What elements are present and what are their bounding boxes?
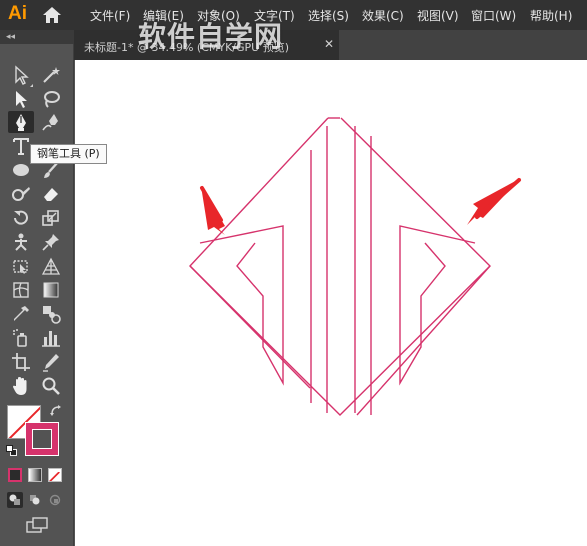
menu-edit[interactable]: 编辑(E) <box>143 7 184 24</box>
mesh-tool-icon[interactable] <box>10 279 32 301</box>
type-tool-icon[interactable] <box>10 135 32 157</box>
home-icon[interactable] <box>42 6 62 24</box>
zoom-tool-icon[interactable] <box>40 375 62 397</box>
curvature-tool-icon[interactable] <box>40 111 62 133</box>
menu-bar: Ai 文件(F) 编辑(E) 对象(O) 文字(T) 选择(S) 效果(C) 视… <box>0 0 587 30</box>
blend-tool-icon[interactable] <box>40 303 62 325</box>
menu-type[interactable]: 文字(T) <box>254 7 295 24</box>
artboard-canvas[interactable] <box>75 60 587 546</box>
default-colors-icon[interactable] <box>6 445 18 457</box>
gradient-tool-icon[interactable] <box>40 279 62 301</box>
right-inner-path <box>399 225 476 386</box>
color-mode-icon[interactable] <box>8 468 22 482</box>
menu-file[interactable]: 文件(F) <box>90 7 130 24</box>
draw-inside-icon[interactable] <box>47 492 63 508</box>
lasso-icon[interactable] <box>40 88 62 110</box>
menu-view[interactable]: 视图(V) <box>417 7 459 24</box>
menu-help[interactable]: 帮助(H) <box>530 7 572 24</box>
none-mode-icon[interactable] <box>48 468 62 482</box>
scale-tool-icon[interactable] <box>40 207 62 229</box>
close-icon[interactable]: ✕ <box>324 37 334 51</box>
shaper-tool-icon[interactable] <box>10 183 32 205</box>
document-tab[interactable]: 未标题-1* @ 34.49% (CMYK/GPU 预览) ✕ <box>74 30 339 60</box>
puppet-warp-icon[interactable] <box>10 231 32 253</box>
selection-tool-icon[interactable] <box>10 64 32 86</box>
draw-normal-icon[interactable] <box>7 492 23 508</box>
pen-tool-icon[interactable] <box>8 111 34 133</box>
pin-icon[interactable] <box>40 231 62 253</box>
tools-panel <box>0 44 74 546</box>
menu-effect[interactable]: 效果(C) <box>362 7 404 24</box>
right-wing-path <box>340 117 491 416</box>
diamond-bottom-path <box>189 265 491 416</box>
free-transform-icon[interactable] <box>10 255 32 277</box>
hand-tool-icon[interactable] <box>10 375 32 397</box>
eyedropper-icon[interactable] <box>10 303 32 325</box>
artwork <box>189 117 521 416</box>
screen-mode-icon[interactable] <box>25 516 49 534</box>
slice-tool-icon[interactable] <box>40 351 62 373</box>
flyout-marker <box>30 84 33 87</box>
direct-selection-icon[interactable] <box>10 88 32 110</box>
menu-window[interactable]: 窗口(W) <box>471 7 516 24</box>
left-wing-path <box>189 117 329 389</box>
stroke-swatch[interactable] <box>25 422 59 456</box>
menu-object[interactable]: 对象(O) <box>197 7 240 24</box>
toolbar-collapse-button[interactable]: ◂◂ <box>0 30 74 44</box>
symbol-sprayer-icon[interactable] <box>10 327 32 349</box>
menu-select[interactable]: 选择(S) <box>308 7 349 24</box>
document-tab-title: 未标题-1* @ 34.49% (CMYK/GPU 预览) <box>84 41 289 54</box>
rotate-tool-icon[interactable] <box>10 207 32 229</box>
magic-wand-icon[interactable] <box>40 64 62 86</box>
artboard-tool-icon[interactable] <box>10 351 32 373</box>
gradient-mode-icon[interactable] <box>28 468 42 482</box>
draw-behind-icon[interactable] <box>27 492 43 508</box>
eraser-icon[interactable] <box>40 183 62 205</box>
ellipse-tool-icon[interactable] <box>10 159 32 181</box>
swap-colors-icon[interactable] <box>49 403 63 417</box>
document-tab-bar: 未标题-1* @ 34.49% (CMYK/GPU 预览) ✕ <box>74 30 587 60</box>
tool-tooltip: 钢笔工具 (P) <box>30 144 107 164</box>
column-graph-icon[interactable] <box>40 327 62 349</box>
left-inner-path <box>199 225 284 386</box>
perspective-grid-icon[interactable] <box>40 255 62 277</box>
app-logo: Ai <box>8 3 27 24</box>
